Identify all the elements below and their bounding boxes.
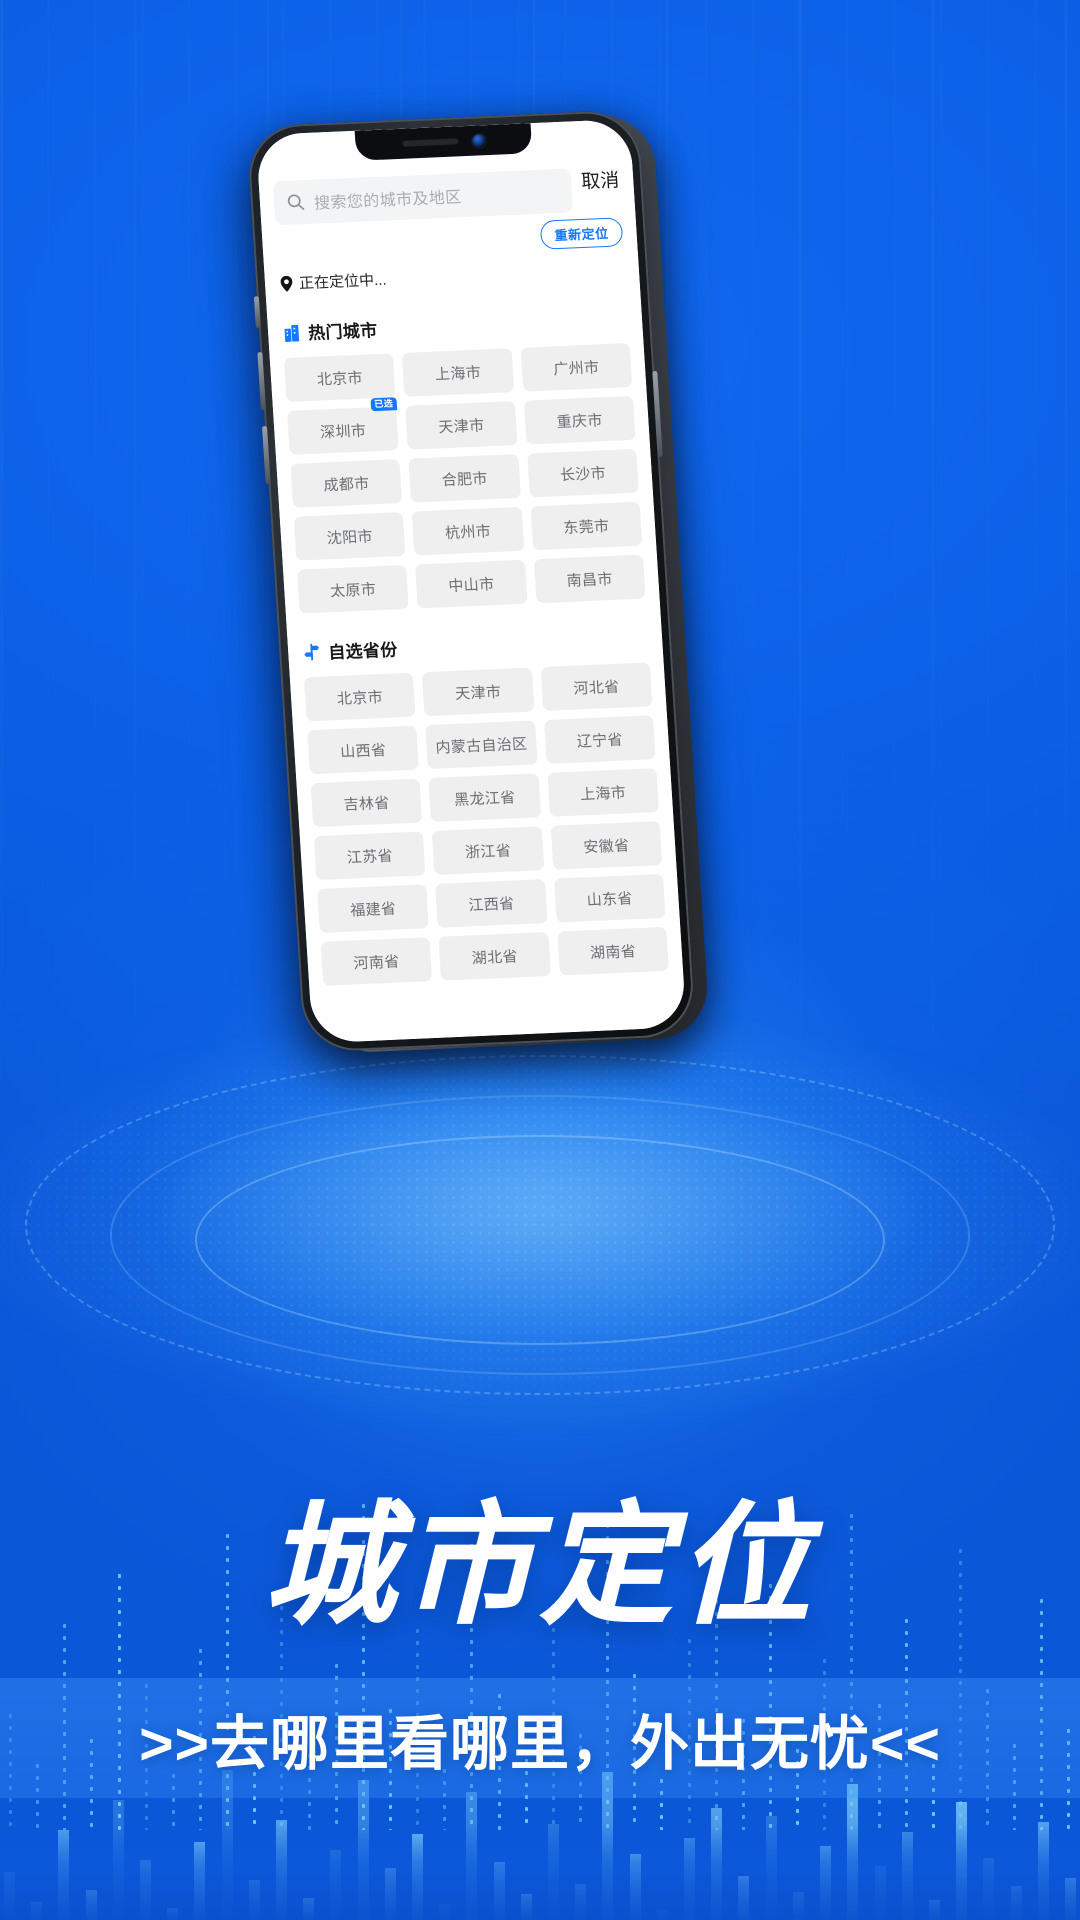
- city-chip-label: 成都市: [323, 474, 370, 494]
- city-chip[interactable]: 重庆市: [523, 395, 636, 445]
- city-chip[interactable]: 北京市: [283, 353, 396, 403]
- city-chip-label: 湖南省: [589, 942, 637, 962]
- city-chip-label: 天津市: [454, 683, 502, 703]
- city-chip[interactable]: 福建省: [317, 884, 430, 933]
- earpiece-speaker-icon: [401, 138, 459, 147]
- city-chip-label: 杭州市: [444, 522, 492, 542]
- city-chip[interactable]: 上海市: [546, 768, 660, 817]
- city-chip[interactable]: 湖北省: [438, 932, 551, 981]
- hot-cities-grid: 北京市 上海市 广州市 深圳市 已选 天津市 重庆市 成都市 合肥市 长沙市 沈阳市 杭州市 东莞市 太原…: [269, 329, 660, 614]
- city-chip[interactable]: 上海市: [402, 348, 515, 397]
- city-chip[interactable]: 黑龙江省: [428, 773, 541, 822]
- city-chip-label: 河北省: [572, 678, 620, 698]
- mute-switch[interactable]: [253, 296, 261, 329]
- cancel-button[interactable]: 取消: [578, 165, 623, 212]
- city-chip-label: 江苏省: [346, 847, 394, 867]
- city-chip-label: 上海市: [434, 364, 482, 383]
- city-chip-label: 吉林省: [343, 794, 391, 814]
- city-chip[interactable]: 安徽省: [550, 821, 663, 870]
- city-chip[interactable]: 天津市: [422, 667, 535, 717]
- city-chip[interactable]: 沈阳市: [293, 512, 406, 561]
- city-chip-label: 安徽省: [582, 836, 630, 856]
- city-chip[interactable]: 山东省: [553, 873, 666, 923]
- pedestal-dot-texture: [0, 1040, 1080, 1400]
- bottom-gradient-strip: [0, 1824, 1080, 1920]
- relocate-button[interactable]: 重新定位: [539, 217, 624, 250]
- city-chip-label: 北京市: [316, 369, 364, 389]
- city-chip[interactable]: 天津市: [405, 401, 518, 450]
- city-chip-label: 辽宁省: [576, 731, 624, 751]
- provinces-title: 自选省份: [327, 640, 399, 663]
- city-chip[interactable]: 广州市: [520, 342, 633, 392]
- city-chip[interactable]: 河南省: [320, 937, 433, 986]
- location-pin-icon: [280, 275, 293, 292]
- city-chip-label: 北京市: [336, 688, 384, 708]
- city-chip[interactable]: 内蒙古自治区: [425, 720, 538, 770]
- city-chip-label: 中山市: [447, 575, 495, 595]
- city-chip[interactable]: 浙江省: [432, 826, 545, 875]
- selected-badge: 已选: [369, 397, 398, 411]
- signpost-icon: [304, 643, 319, 660]
- phone-body: 搜索您的城市及地区 取消 重新定位 正在定位中... 热门城市 北京市 上海市 …: [246, 109, 697, 1053]
- city-picker-screen: 搜索您的城市及地区 取消 重新定位 正在定位中... 热门城市 北京市 上海市 …: [255, 118, 687, 1044]
- city-chip[interactable]: 山西省: [307, 725, 420, 775]
- city-chip-label: 东莞市: [562, 517, 610, 537]
- phone-mockup: 搜索您的城市及地区 取消 重新定位 正在定位中... 热门城市 北京市 上海市 …: [235, 109, 714, 1074]
- city-chip[interactable]: 吉林省: [310, 778, 423, 828]
- city-chip[interactable]: 中山市: [415, 559, 528, 609]
- city-chip[interactable]: 合肥市: [408, 453, 521, 503]
- city-chip-label: 太原市: [329, 580, 377, 600]
- city-chip-label: 福建省: [349, 900, 397, 920]
- city-chip-label: 黑龙江省: [453, 788, 516, 809]
- city-chip[interactable]: 河北省: [540, 662, 653, 712]
- city-chip-label: 河南省: [353, 953, 401, 972]
- city-chip-label: 重庆市: [556, 411, 604, 431]
- city-chip-label: 湖北省: [471, 947, 519, 967]
- city-chip[interactable]: 江西省: [435, 879, 548, 928]
- search-icon: [287, 194, 305, 210]
- city-chip-label: 南昌市: [566, 570, 614, 590]
- front-camera-icon: [471, 133, 486, 148]
- city-chip[interactable]: 北京市: [303, 672, 416, 722]
- phone-screen: 搜索您的城市及地区 取消 重新定位 正在定位中... 热门城市 北京市 上海市 …: [255, 118, 687, 1044]
- building-icon: [284, 324, 300, 342]
- city-chip-label: 上海市: [579, 784, 627, 803]
- city-chip[interactable]: 成都市: [290, 459, 403, 508]
- city-chip-label: 浙江省: [464, 842, 512, 862]
- city-chip-label: 沈阳市: [326, 527, 374, 547]
- city-chip[interactable]: 东莞市: [530, 501, 643, 551]
- city-chip[interactable]: 江苏省: [313, 831, 426, 881]
- city-chip-label: 山西省: [339, 741, 387, 761]
- page-subtitle: >>去哪里看哪里，外出无忧<<: [139, 1710, 941, 1777]
- city-chip[interactable]: 杭州市: [411, 506, 524, 556]
- hot-cities-title: 热门城市: [307, 320, 379, 343]
- search-placeholder-text: 搜索您的城市及地区: [313, 188, 463, 213]
- city-chip-label: 长沙市: [559, 464, 607, 484]
- city-chip[interactable]: 太原市: [297, 564, 410, 614]
- page-title: 城市定位: [264, 1492, 816, 1639]
- city-chip[interactable]: 南昌市: [533, 554, 646, 604]
- city-chip-label: 内蒙古自治区: [435, 735, 528, 757]
- city-chip-label: 山东省: [586, 889, 634, 909]
- city-chip-label: 合肥市: [441, 469, 489, 489]
- city-chip[interactable]: 长沙市: [526, 448, 639, 498]
- city-chip[interactable]: 深圳市 已选: [287, 397, 400, 455]
- city-chip[interactable]: 辽宁省: [543, 715, 656, 764]
- provinces-grid: 北京市 天津市 河北省山西省 内蒙古自治区 辽宁省吉林省 黑龙江省 上海市江苏省 浙江省 安徽省…: [289, 649, 684, 1007]
- city-chip-label: 江西省: [467, 894, 515, 914]
- city-chip[interactable]: 湖南省: [556, 926, 669, 976]
- city-chip-label: 广州市: [552, 358, 600, 378]
- city-chip-label: 深圳市: [319, 422, 367, 442]
- city-chip-label: 天津市: [437, 416, 485, 436]
